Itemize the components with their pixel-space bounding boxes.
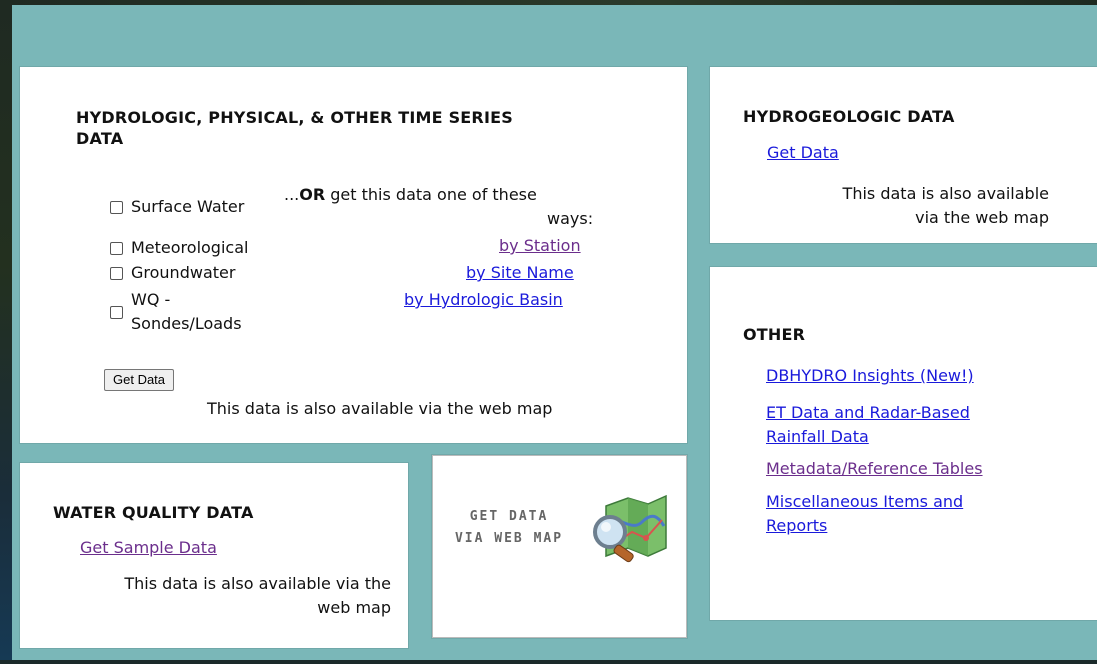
checkbox-label: Meteorological [131,238,249,257]
other-panel: OTHER DBHYDRO Insights (New!) ET Data an… [710,267,1097,620]
hydrologic-heading-line2: DATA [76,129,124,148]
hydrogeologic-heading: HYDROGEOLOGIC DATA [743,107,955,126]
other-heading: OTHER [743,325,806,344]
checkbox-label: Surface Water [131,197,245,216]
map-magnifier-icon [593,494,667,563]
or-bold: OR [299,185,326,204]
get-data-button[interactable]: Get Data [104,369,175,391]
hydrologic-also-available: This data is also available via the web … [207,399,553,418]
or-get-data-text-line2: ways: [547,209,594,228]
hydrogeologic-get-data-link[interactable]: Get Data [767,141,839,165]
top-edge-background [0,0,1097,5]
hydrogeologic-also-line2: via the web map [915,208,1049,227]
hydrologic-panel: HYDROLOGIC, PHYSICAL, & OTHER TIME SERIE… [20,67,687,443]
checkbox[interactable] [110,200,123,214]
dbhydro-insights-link[interactable]: DBHYDRO Insights (New!) [766,364,974,388]
web-map-label: GET DATA VIA WEB MAP [439,506,579,550]
metadata-reference-tables-link[interactable]: Metadata/Reference Tables [766,457,983,481]
get-sample-data-link[interactable]: Get Sample Data [80,536,217,560]
hydrogeologic-panel: HYDROGEOLOGIC DATA Get Data This data is… [710,67,1097,243]
misc-line1: Miscellaneous Items and [766,492,964,511]
checkbox-wq-sondes[interactable]: WQ - Sondes/Loads [110,288,242,336]
hydrologic-heading: HYDROLOGIC, PHYSICAL, & OTHER TIME SERIE… [76,107,513,149]
water-quality-panel: WATER QUALITY DATA Get Sample Data This … [20,463,408,648]
et-radar-rainfall-link[interactable]: ET Data and Radar-Based Rainfall Data [766,401,970,449]
hydrologic-heading-line1: HYDROLOGIC, PHYSICAL, & OTHER TIME SERIE… [76,108,513,127]
wq-also-line1: This data is also available via the [124,574,391,593]
or-prefix: ... [284,185,300,204]
wq-also-line2: web map [317,598,391,617]
by-site-name-link[interactable]: by Site Name [466,261,574,285]
water-quality-heading: WATER QUALITY DATA [53,503,254,522]
bottom-edge-background [0,660,1097,664]
web-map-button[interactable]: GET DATA VIA WEB MAP [432,455,687,638]
checkbox[interactable] [110,241,123,255]
checkbox-label-line1: WQ - [131,290,171,309]
or-rest: get this data one of these [325,185,537,204]
web-map-label-line2: VIA WEB MAP [454,531,564,546]
by-hydrologic-basin-link[interactable]: by Hydrologic Basin [404,288,563,312]
misc-line2: Reports [766,516,828,535]
or-get-data-text: ...OR get this data one of these [284,183,537,207]
checkbox[interactable] [110,305,123,319]
checkbox-meteorological[interactable]: Meteorological [110,236,248,260]
checkbox[interactable] [110,266,123,280]
miscellaneous-items-link[interactable]: Miscellaneous Items and Reports [766,490,963,538]
checkbox-label: WQ - Sondes/Loads [131,288,242,336]
hydrogeologic-also-line1: This data is also available [842,184,1049,203]
left-edge-background [0,0,12,664]
checkbox-surface-water[interactable]: Surface Water [110,195,244,219]
checkbox-label: Groundwater [131,263,236,282]
checkbox-groundwater[interactable]: Groundwater [110,261,235,285]
et-radar-line1: ET Data and Radar-Based [766,403,970,422]
et-radar-line2: Rainfall Data [766,427,869,446]
checkbox-label-line2: Sondes/Loads [131,314,242,333]
web-map-label-line1: GET DATA [469,509,549,524]
by-station-link[interactable]: by Station [499,234,581,258]
